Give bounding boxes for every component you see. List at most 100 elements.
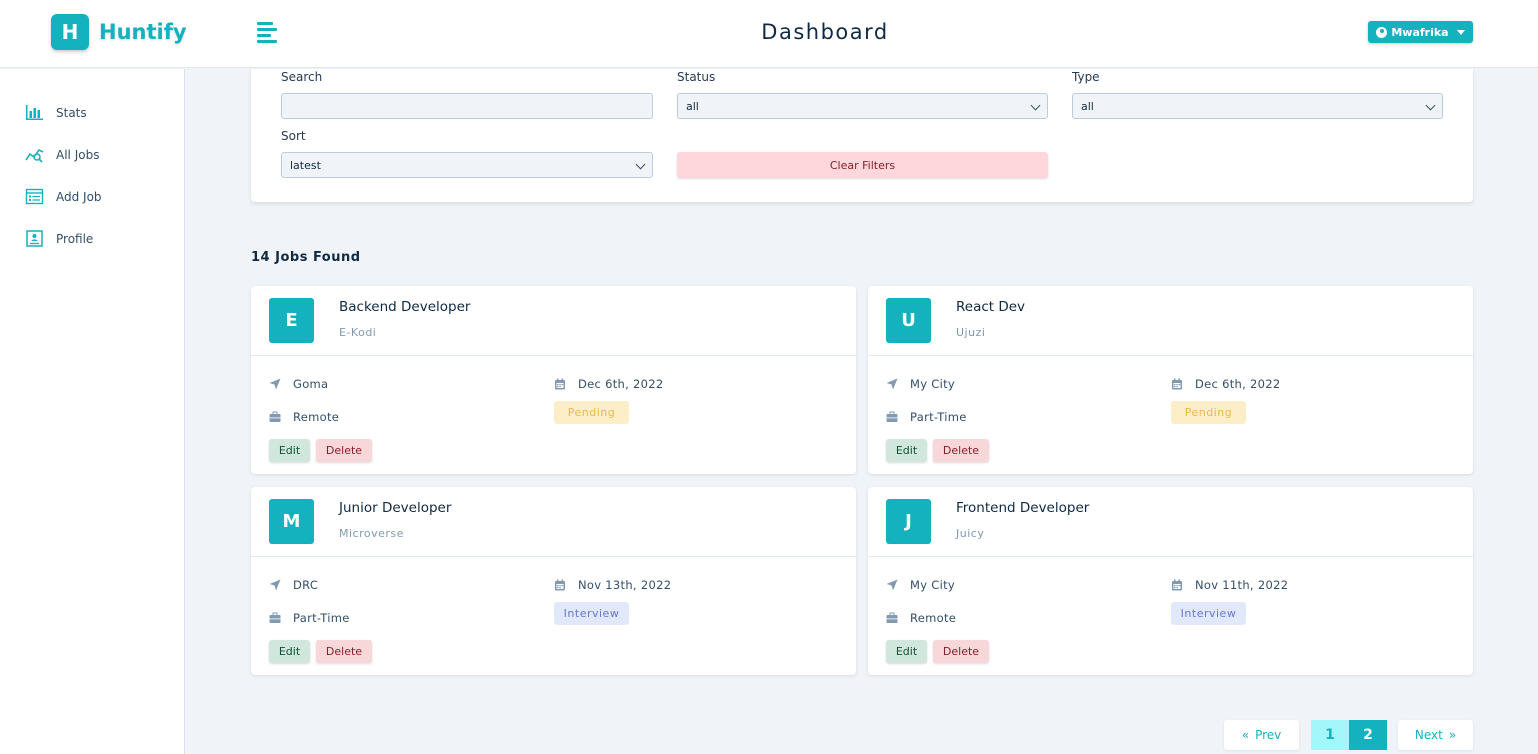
chevron-down-icon (635, 159, 646, 170)
job-card: M Junior Developer Microverse DRC Nov 13… (251, 487, 856, 675)
job-type: Part-Time (886, 410, 967, 424)
calendar-icon (555, 378, 565, 390)
type-select[interactable]: all (1072, 93, 1443, 119)
sort-select-value: latest (290, 158, 321, 172)
double-chevron-left-icon: « (1241, 728, 1250, 742)
user-circle-icon (1376, 26, 1388, 38)
briefcase-icon (886, 411, 898, 422)
form-icon (25, 188, 44, 205)
job-avatar: M (269, 499, 314, 544)
location-arrow-icon (886, 378, 898, 390)
status-badge: Pending (554, 401, 629, 424)
double-chevron-right-icon: » (1448, 728, 1457, 742)
job-date: Nov 13th, 2022 (554, 578, 671, 592)
calendar-icon (1172, 378, 1182, 390)
divider (251, 355, 856, 356)
status-select-value: all (686, 99, 699, 113)
calendar-icon (1172, 579, 1182, 591)
job-avatar: J (886, 499, 931, 544)
edit-job-button[interactable]: Edit (886, 439, 927, 462)
status-label: Status (677, 70, 716, 84)
job-date-text: Dec 6th, 2022 (578, 377, 664, 391)
status-badge: Interview (1171, 602, 1246, 625)
delete-job-button[interactable]: Delete (933, 640, 989, 663)
location-arrow-icon (886, 579, 898, 591)
job-type-text: Part-Time (293, 611, 350, 625)
sidebar-item-label: Stats (56, 105, 87, 120)
job-avatar: E (269, 298, 314, 343)
job-company: Microverse (339, 527, 404, 540)
job-company: Juicy (956, 527, 985, 540)
delete-job-button[interactable]: Delete (316, 439, 372, 462)
divider (251, 556, 856, 557)
job-location: My City (886, 377, 955, 391)
next-label: Next (1414, 728, 1443, 742)
next-page-button[interactable]: Next » (1398, 720, 1473, 750)
sidebar-item-add-job[interactable]: Add Job (25, 188, 102, 205)
search-input[interactable] (281, 93, 653, 119)
divider (868, 355, 1473, 356)
briefcase-icon (269, 411, 281, 422)
job-card: J Frontend Developer Juicy My City Nov 1… (868, 487, 1473, 675)
edit-job-button[interactable]: Edit (269, 439, 310, 462)
job-location-text: My City (910, 377, 956, 391)
briefcase-icon (886, 612, 898, 623)
search-filter-form: Search Status all Type all Sort latest C… (251, 69, 1473, 202)
job-type: Part-Time (269, 611, 350, 625)
sidebar-item-label: Profile (56, 231, 94, 246)
clear-filters-button[interactable]: Clear Filters (677, 152, 1048, 178)
location-arrow-icon (269, 579, 281, 591)
sidebar-item-stats[interactable]: Stats (25, 104, 87, 121)
job-type: Remote (886, 611, 956, 625)
user-name: Mwafrika (1391, 25, 1449, 39)
top-navbar: H Huntify Dashboard Mwafrika (0, 0, 1538, 68)
job-card: U React Dev Ujuzi My City Dec 6th, 2022 … (868, 286, 1473, 474)
location-arrow-icon (269, 378, 281, 390)
prev-label: Prev (1255, 728, 1282, 742)
jobs-found-count: 14 Jobs Found (251, 250, 361, 265)
job-date-text: Dec 6th, 2022 (1195, 377, 1281, 391)
job-location-text: My City (910, 578, 956, 592)
chevron-down-icon (1030, 100, 1041, 111)
job-type-text: Remote (293, 410, 340, 424)
bar-chart-icon (26, 105, 43, 120)
job-type: Remote (269, 410, 339, 424)
job-date-text: Nov 11th, 2022 (1195, 578, 1289, 592)
sort-label: Sort (281, 129, 306, 143)
job-position: React Dev (956, 299, 1026, 315)
job-position: Frontend Developer (956, 500, 1090, 516)
edit-job-button[interactable]: Edit (886, 640, 927, 663)
job-date: Dec 6th, 2022 (554, 377, 664, 391)
job-position: Backend Developer (339, 299, 471, 315)
prev-page-button[interactable]: « Prev (1224, 720, 1299, 750)
job-location: Goma (269, 377, 328, 391)
sidebar-item-all-jobs[interactable]: All Jobs (25, 146, 99, 163)
delete-job-button[interactable]: Delete (933, 439, 989, 462)
delete-job-button[interactable]: Delete (316, 640, 372, 663)
sidebar-item-profile[interactable]: Profile (25, 230, 93, 247)
calendar-icon (555, 579, 565, 591)
sidebar-item-label: Add Job (56, 189, 102, 204)
type-select-value: all (1081, 99, 1094, 113)
sort-select[interactable]: latest (281, 152, 653, 178)
status-select[interactable]: all (677, 93, 1048, 119)
job-company: E-Kodi (339, 326, 377, 339)
sidebar-item-label: All Jobs (56, 147, 100, 162)
job-date: Nov 11th, 2022 (1171, 578, 1288, 592)
job-type-text: Remote (910, 611, 957, 625)
status-badge: Interview (554, 602, 629, 625)
sidebar: Stats All Jobs Add Job Profile (0, 69, 185, 754)
job-location-text: DRC (293, 578, 319, 592)
job-date: Dec 6th, 2022 (1171, 377, 1281, 391)
job-avatar: U (886, 298, 931, 343)
status-badge: Pending (1171, 401, 1246, 424)
chevron-down-icon (1425, 100, 1436, 111)
edit-job-button[interactable]: Edit (269, 640, 310, 663)
job-location: DRC (269, 578, 318, 592)
page-button-1[interactable]: 1 (1311, 720, 1349, 750)
id-card-icon (26, 230, 43, 247)
user-menu-button[interactable]: Mwafrika (1368, 21, 1473, 43)
page-title: Dashboard (761, 20, 889, 44)
page-button-2[interactable]: 2 (1349, 720, 1387, 750)
caret-down-icon (1456, 29, 1465, 35)
